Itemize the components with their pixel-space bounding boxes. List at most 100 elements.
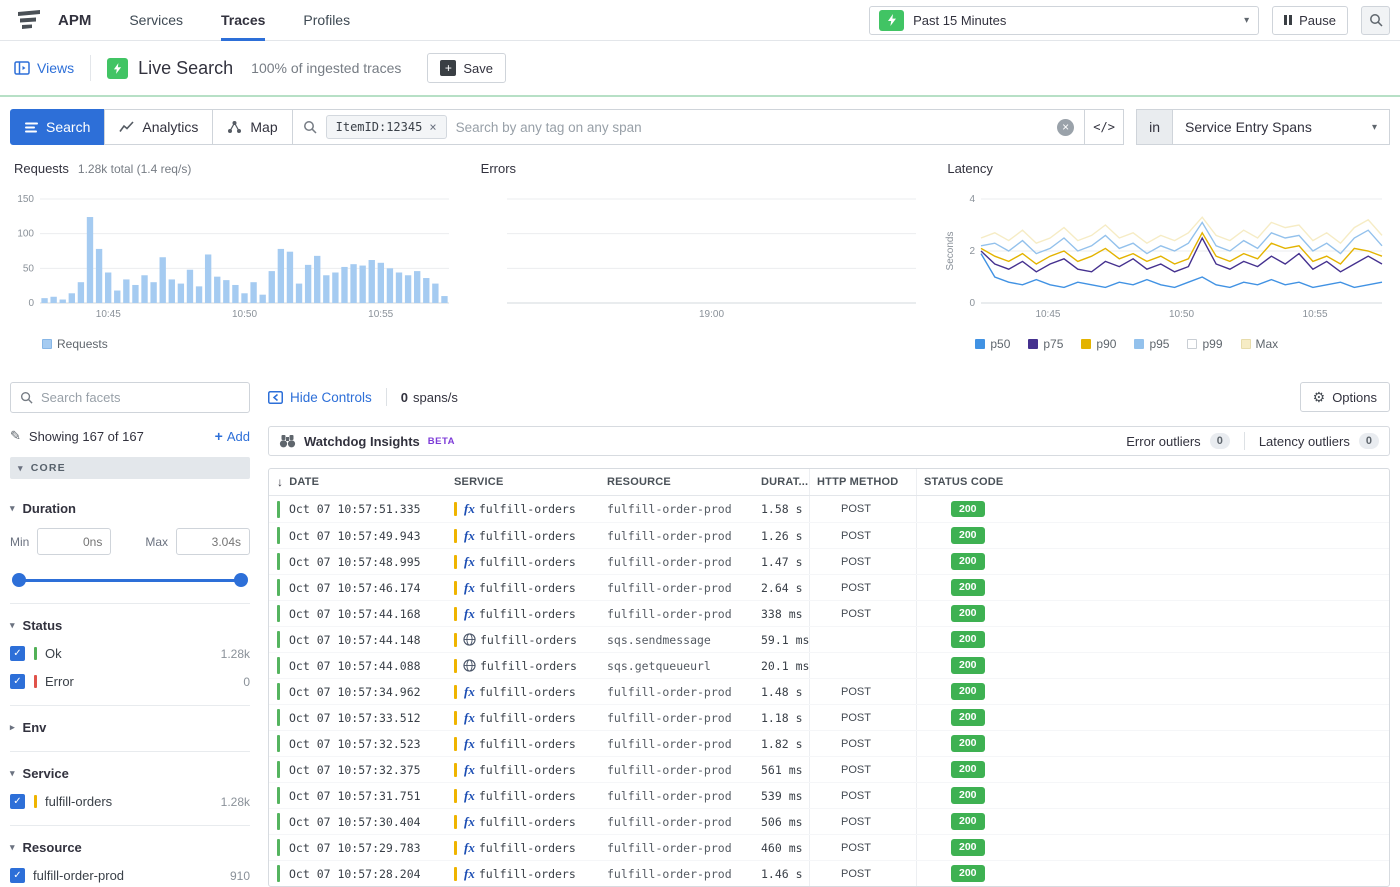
nav-item-traces[interactable]: Traces bbox=[221, 0, 265, 41]
table-row[interactable]: Oct 07 10:57:49.943fxfulfill-ordersfulfi… bbox=[269, 522, 1389, 548]
legend-item[interactable]: Max bbox=[1241, 337, 1279, 351]
options-button[interactable]: ⚙ Options bbox=[1300, 382, 1390, 412]
hide-controls-button[interactable]: Hide Controls bbox=[268, 390, 372, 405]
chevron-down-icon: ▾ bbox=[10, 503, 15, 514]
nav-item-apm[interactable]: APM bbox=[58, 0, 91, 41]
code-view-button[interactable]: </> bbox=[1084, 109, 1124, 145]
requests-chart-plot[interactable]: 05010015010:4510:5010:55 bbox=[10, 191, 457, 328]
trace-date: Oct 07 10:57:46.174 bbox=[289, 581, 421, 595]
table-row[interactable]: Oct 07 10:57:44.148fulfill-orderssqs.sen… bbox=[269, 626, 1389, 652]
scope-select[interactable]: Service Entry Spans ▾ bbox=[1172, 109, 1390, 145]
checkbox-checked[interactable] bbox=[10, 646, 25, 661]
clear-search-icon[interactable]: × bbox=[1057, 119, 1074, 136]
table-row[interactable]: Oct 07 10:57:31.751fxfulfill-ordersfulfi… bbox=[269, 782, 1389, 808]
lambda-icon: fx bbox=[464, 606, 475, 622]
service-section-header[interactable]: ▾ Service bbox=[10, 766, 250, 781]
env-facet-section: ▸ Env bbox=[10, 705, 250, 735]
search-tag-pill[interactable]: ItemID:12345 × bbox=[326, 115, 447, 139]
column-header-service[interactable]: SERVICE bbox=[446, 469, 599, 495]
latency-chart-plot[interactable]: 02410:4510:5010:55Seconds bbox=[943, 191, 1390, 328]
column-header-date[interactable]: ↓ DATE bbox=[269, 469, 446, 495]
latency-outliers-label[interactable]: Latency outliers bbox=[1259, 434, 1350, 449]
table-row[interactable]: Oct 07 10:57:28.204fxfulfill-ordersfulfi… bbox=[269, 860, 1389, 886]
errors-chart-plot[interactable]: 19:00 bbox=[477, 191, 924, 328]
tab-map[interactable]: Map bbox=[212, 109, 292, 145]
checkbox-checked[interactable] bbox=[10, 868, 25, 883]
duration-section-header[interactable]: ▾ Duration bbox=[10, 501, 250, 516]
datadog-logo[interactable] bbox=[16, 9, 42, 31]
facet-search-input[interactable] bbox=[41, 390, 240, 405]
trace-status-bar bbox=[277, 709, 280, 726]
time-range-select[interactable]: Past 15 Minutes ▾ bbox=[869, 6, 1259, 35]
table-row[interactable]: Oct 07 10:57:32.523fxfulfill-ordersfulfi… bbox=[269, 730, 1389, 756]
watchdog-insights-bar[interactable]: Watchdog Insights BETA Error outliers 0 … bbox=[268, 426, 1390, 456]
divider bbox=[386, 388, 387, 406]
legend-item[interactable]: p50 bbox=[975, 337, 1010, 351]
table-row[interactable]: Oct 07 10:57:44.088fulfill-orderssqs.get… bbox=[269, 652, 1389, 678]
search-scope: in Service Entry Spans ▾ bbox=[1136, 109, 1390, 145]
legend-item[interactable]: p90 bbox=[1081, 337, 1116, 351]
checkbox-checked[interactable] bbox=[10, 794, 25, 809]
errors-chart: Errors 19:00 bbox=[477, 161, 924, 352]
slider-handle-max[interactable] bbox=[234, 573, 248, 587]
http-method: POST bbox=[817, 582, 871, 594]
slider-handle-min[interactable] bbox=[12, 573, 26, 587]
sort-descending-icon: ↓ bbox=[277, 475, 283, 489]
chart-title: Requests bbox=[14, 161, 69, 176]
error-outliers-label[interactable]: Error outliers bbox=[1126, 434, 1200, 449]
global-search-button[interactable] bbox=[1361, 6, 1390, 35]
views-button[interactable]: Views bbox=[14, 60, 74, 76]
table-row[interactable]: Oct 07 10:57:34.962fxfulfill-ordersfulfi… bbox=[269, 678, 1389, 704]
duration-max-input[interactable] bbox=[176, 528, 250, 555]
table-row[interactable]: Oct 07 10:57:29.783fxfulfill-ordersfulfi… bbox=[269, 834, 1389, 860]
min-label: Min bbox=[10, 535, 29, 549]
column-header-status-code[interactable]: STATUS CODE bbox=[916, 469, 1389, 495]
resource-name: fulfill-order-prod bbox=[607, 711, 732, 725]
lambda-icon: fx bbox=[464, 684, 475, 700]
table-row[interactable]: Oct 07 10:57:32.375fxfulfill-ordersfulfi… bbox=[269, 756, 1389, 782]
legend-item[interactable]: p99 bbox=[1187, 337, 1222, 351]
svg-text:19:00: 19:00 bbox=[699, 309, 724, 320]
resource-section-header[interactable]: ▾ Resource bbox=[10, 840, 250, 855]
remove-tag-icon[interactable]: × bbox=[429, 120, 436, 134]
tab-search[interactable]: Search bbox=[10, 109, 105, 145]
column-header-duration[interactable]: DURAT... bbox=[753, 469, 809, 495]
table-row[interactable]: Oct 07 10:57:33.512fxfulfill-ordersfulfi… bbox=[269, 704, 1389, 730]
legend-swatch bbox=[1081, 339, 1091, 349]
table-row[interactable]: Oct 07 10:57:51.335fxfulfill-ordersfulfi… bbox=[269, 496, 1389, 522]
core-facet-group-header[interactable]: ▾ CORE bbox=[10, 457, 250, 479]
duration-value: 2.64 s bbox=[761, 581, 803, 595]
table-row[interactable]: Oct 07 10:57:30.404fxfulfill-ordersfulfi… bbox=[269, 808, 1389, 834]
nav-item-services[interactable]: Services bbox=[129, 0, 183, 41]
table-row[interactable]: Oct 07 10:57:46.174fxfulfill-ordersfulfi… bbox=[269, 574, 1389, 600]
svg-text:10:50: 10:50 bbox=[1169, 309, 1194, 320]
gear-icon: ⚙ bbox=[1313, 389, 1326, 406]
edit-pencil-icon[interactable]: ✎ bbox=[10, 428, 21, 444]
http-method: POST bbox=[817, 686, 871, 698]
legend-item[interactable]: Requests bbox=[42, 337, 108, 351]
save-view-button[interactable]: + Save bbox=[427, 53, 506, 83]
env-section-header[interactable]: ▸ Env bbox=[10, 720, 250, 735]
status-section-header[interactable]: ▾ Status bbox=[10, 618, 250, 633]
checkbox-checked[interactable] bbox=[10, 674, 25, 689]
search-icon bbox=[20, 391, 33, 404]
trace-search-field[interactable]: ItemID:12345 × × bbox=[292, 109, 1085, 145]
column-header-http-method[interactable]: HTTP METHOD bbox=[809, 469, 916, 495]
error-outliers-count: 0 bbox=[1210, 433, 1230, 449]
trace-status-bar bbox=[277, 527, 280, 544]
search-input[interactable] bbox=[456, 120, 1058, 135]
table-row[interactable]: Oct 07 10:57:48.995fxfulfill-ordersfulfi… bbox=[269, 548, 1389, 574]
trace-date: Oct 07 10:57:49.943 bbox=[289, 529, 421, 543]
service-color-bar bbox=[454, 815, 457, 829]
legend-item[interactable]: p75 bbox=[1028, 337, 1063, 351]
nav-item-profiles[interactable]: Profiles bbox=[303, 0, 350, 41]
service-color-bar bbox=[454, 633, 457, 647]
add-facet-button[interactable]: + Add bbox=[215, 428, 250, 444]
tab-analytics[interactable]: Analytics bbox=[104, 109, 213, 145]
pause-button[interactable]: Pause bbox=[1272, 6, 1348, 35]
legend-item[interactable]: p95 bbox=[1134, 337, 1169, 351]
table-row[interactable]: Oct 07 10:57:44.168fxfulfill-ordersfulfi… bbox=[269, 600, 1389, 626]
facet-search-box[interactable] bbox=[10, 382, 250, 413]
column-header-resource[interactable]: RESOURCE bbox=[599, 469, 753, 495]
duration-min-input[interactable] bbox=[37, 528, 111, 555]
